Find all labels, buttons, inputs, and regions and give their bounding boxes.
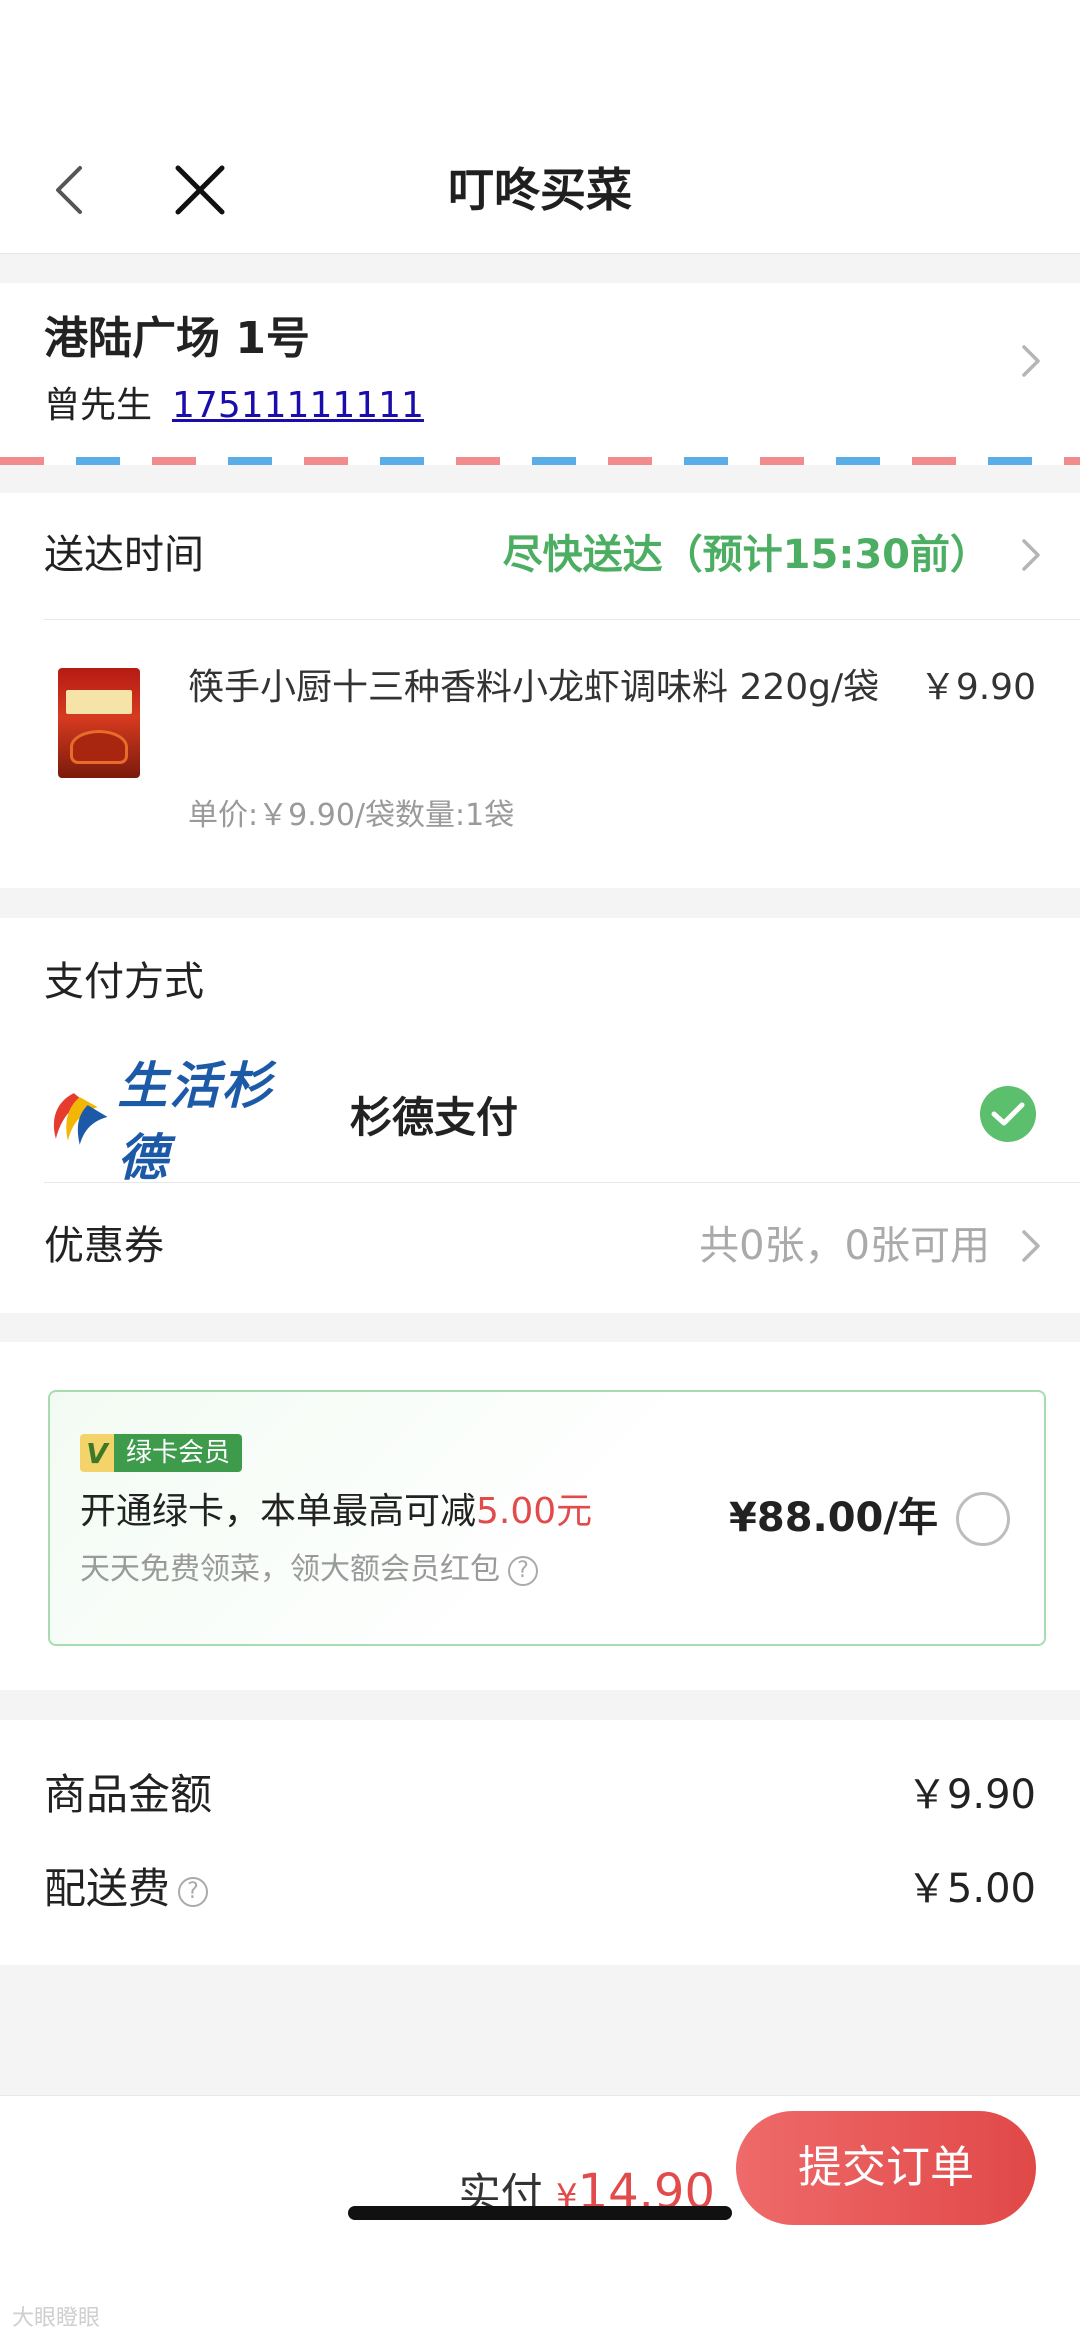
payment-method-name: 杉德支付 (350, 1093, 519, 1142)
member-offer-prefix: 开通绿卡，本单最高可减 (80, 1491, 477, 1532)
chevron-right-icon (1022, 539, 1040, 571)
radio-icon[interactable] (956, 1492, 1010, 1546)
payment-label: 支付方式 (44, 959, 204, 1005)
sand-pay-logo-text: 生活杉德 (117, 1056, 274, 1187)
question-icon[interactable]: ? (178, 1876, 209, 1907)
totals-card: 商品金额 ￥9.90 配送费? ￥5.00 (0, 1720, 1080, 1965)
address-stripe (0, 457, 1080, 465)
payment-card: 支付方式 生活杉德 杉德支付 优惠券 共0张，0张可用 (0, 918, 1080, 1313)
member-subtext-label: 天天免费领菜，领大额会员红包 (80, 1552, 500, 1587)
divider (44, 619, 1080, 620)
contact-name: 曾先生 (44, 385, 153, 426)
badge-v-icon: V (80, 1434, 114, 1472)
delivery-time-value[interactable]: 尽快送达（预计15:30前） (503, 527, 990, 583)
chevron-right-icon (1022, 345, 1040, 377)
divider (44, 1182, 1080, 1183)
product-price: ￥9.90 (919, 667, 1036, 708)
address-title: 港陆广场 1号 (44, 313, 310, 364)
member-badge: V 绿卡会员 (80, 1434, 243, 1472)
coupon-label: 优惠券 (44, 1223, 164, 1269)
home-indicator[interactable] (348, 2206, 732, 2220)
address-contact: 曾先生 17511111111 (44, 381, 424, 431)
submit-order-button[interactable]: 提交订单 (736, 2111, 1036, 2225)
sand-logo-icon (53, 1093, 108, 1145)
product-name: 筷手小厨十三种香料小龙虾调味料 220g/袋 (188, 667, 880, 708)
nav-bar: 叮咚买菜 (0, 130, 1080, 254)
address-card[interactable]: 港陆广场 1号 曾先生 17511111111 (0, 283, 1080, 465)
contact-phone[interactable]: 17511111111 (172, 385, 424, 426)
question-icon[interactable]: ? (508, 1555, 538, 1586)
member-offer-text: 开通绿卡，本单最高可减5.00元 (80, 1486, 592, 1538)
delivery-fee-value: ￥5.00 (906, 1866, 1036, 1912)
delivery-fee-label: 配送费? (44, 1860, 209, 1918)
chevron-right-icon (1022, 1230, 1040, 1262)
product-image (58, 668, 140, 778)
delivery-card: 送达时间 尽快送达（预计15:30前） 筷手小厨十三种香料小龙虾调味料 220g… (0, 493, 1080, 888)
delivery-time-label: 送达时间 (44, 532, 204, 578)
member-price: ¥88.00/年 (729, 1495, 938, 1541)
delivery-fee-text: 配送费 (44, 1864, 171, 1913)
check-icon (991, 1102, 1025, 1126)
status-bar (0, 0, 1080, 130)
product-meta: 单价:￥9.90/袋数量:1袋 (188, 798, 515, 833)
badge-label: 绿卡会员 (114, 1434, 243, 1472)
member-subtext: 天天免费领菜，领大额会员红包? (80, 1548, 538, 1592)
member-section: V 绿卡会员 开通绿卡，本单最高可减5.00元 天天免费领菜，领大额会员红包? … (0, 1342, 1080, 1690)
watermark: 大眼瞪眼 (12, 2306, 101, 2331)
sand-pay-logo: 生活杉德 (44, 1056, 324, 1187)
page-title: 叮咚买菜 (448, 163, 632, 217)
member-discount: 5.00元 (476, 1491, 593, 1532)
goods-amount-label: 商品金额 (44, 1770, 213, 1819)
goods-amount-value: ￥9.90 (906, 1772, 1036, 1818)
green-card-offer[interactable]: V 绿卡会员 开通绿卡，本单最高可减5.00元 天天免费领菜，领大额会员红包? … (48, 1390, 1046, 1646)
payment-selected-check[interactable] (980, 1086, 1036, 1142)
coupon-value[interactable]: 共0张，0张可用 (699, 1218, 990, 1274)
